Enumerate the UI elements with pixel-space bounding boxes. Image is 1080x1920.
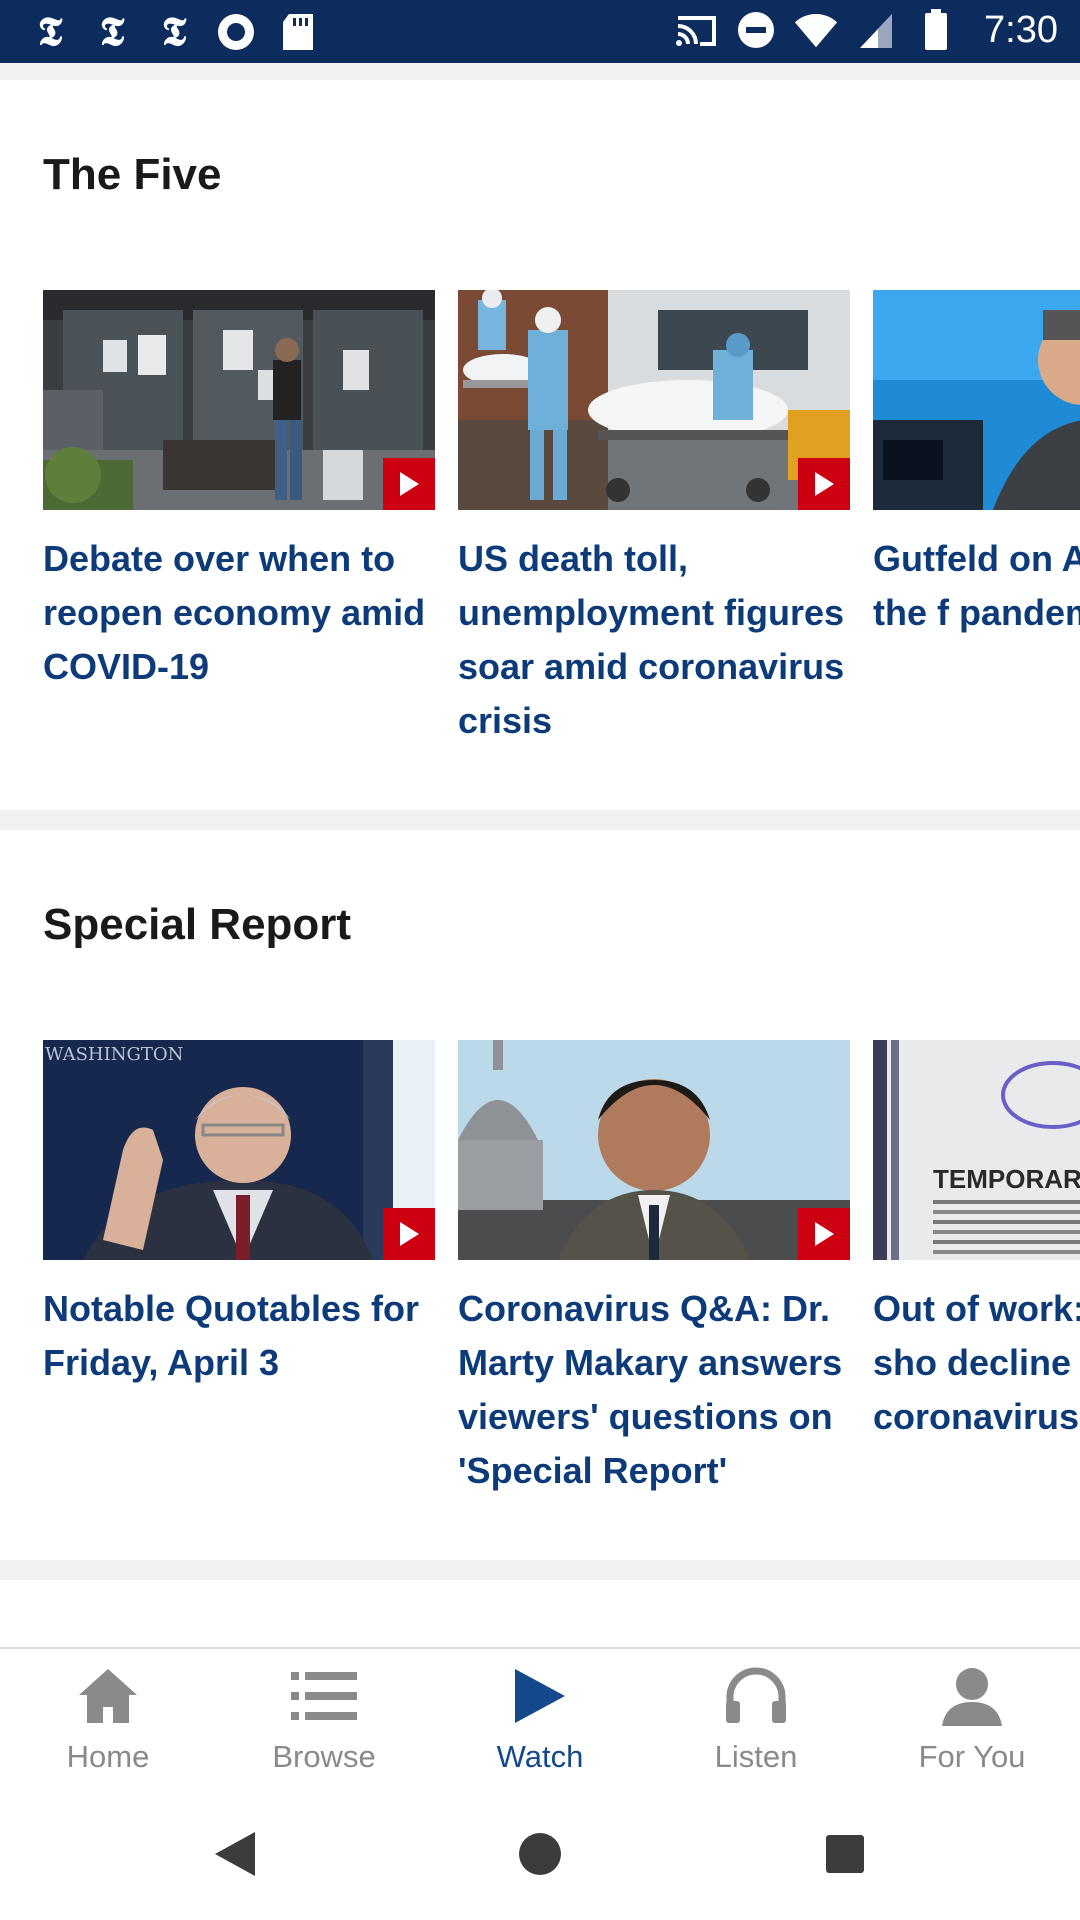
thumbnail-caption: TEMPORARI <box>933 1164 1080 1194</box>
signal-icon <box>854 8 898 52</box>
video-card[interactable]: WASHINGTON Notable Quotables for Friday,… <box>43 1040 435 1390</box>
nav-for-you[interactable]: For You <box>864 1649 1080 1789</box>
status-bar: 𝕿 𝕿 𝕿 7:30 <box>0 0 1080 63</box>
section-special-report: Special Report WASHINGTON Notable Quotab… <box>0 830 1080 1560</box>
nav-label: Listen <box>714 1739 798 1774</box>
wifi-icon <box>794 8 838 52</box>
video-thumbnail[interactable] <box>43 290 435 510</box>
nav-label: Browse <box>272 1739 376 1774</box>
nyt-logo-icon: 𝕿 <box>99 8 125 55</box>
nav-label: For You <box>918 1739 1026 1774</box>
video-thumbnail[interactable] <box>458 1040 850 1260</box>
clock: 7:30 <box>984 8 1058 51</box>
card-headline[interactable]: US death toll, unemployment figures soar… <box>458 532 850 748</box>
recents-icon[interactable] <box>810 1819 880 1889</box>
content-feed[interactable]: The Five Debate over when to reopen econ… <box>0 63 1080 1647</box>
home-circle-icon[interactable] <box>505 1819 575 1889</box>
battery-icon <box>914 8 958 52</box>
video-card[interactable]: Debate over when to reopen economy amid … <box>43 290 435 694</box>
nyt-logo-icon: 𝕿 <box>161 8 187 55</box>
video-thumbnail[interactable] <box>873 290 1080 510</box>
nav-label: Home <box>66 1739 150 1774</box>
video-thumbnail[interactable] <box>458 290 850 510</box>
video-card[interactable]: TEMPORARI Out of work: numbers sho decli… <box>873 1040 1080 1444</box>
nav-browse[interactable]: Browse <box>216 1649 432 1789</box>
card-headline[interactable]: Debate over when to reopen economy amid … <box>43 532 435 694</box>
card-headline[interactable]: Gutfeld on A unity in the f pandemic <box>873 532 1080 640</box>
play-icon <box>383 458 435 510</box>
list-icon <box>291 1663 357 1729</box>
bottom-navigation: Home Browse Watch Listen For You <box>0 1647 1080 1789</box>
back-icon[interactable] <box>200 1819 270 1889</box>
play-icon <box>798 458 850 510</box>
do-not-disturb-icon <box>734 8 778 52</box>
headphones-icon <box>724 1663 788 1729</box>
nav-listen[interactable]: Listen <box>648 1649 864 1789</box>
nav-home[interactable]: Home <box>0 1649 216 1789</box>
system-navigation-bar <box>0 1787 1080 1920</box>
cast-icon <box>674 8 718 52</box>
card-headline[interactable]: Out of work: numbers sho decline amid co… <box>873 1282 1080 1444</box>
play-icon <box>383 1208 435 1260</box>
circle-record-icon <box>214 10 258 54</box>
nav-watch[interactable]: Watch <box>432 1649 648 1789</box>
nav-label: Watch <box>496 1739 584 1774</box>
section-title: The Five <box>43 150 222 199</box>
video-thumbnail[interactable]: WASHINGTON <box>43 1040 435 1260</box>
section-title: Special Report <box>43 900 352 949</box>
notification-icons: 𝕿 𝕿 𝕿 <box>28 10 320 54</box>
section-divider <box>0 63 1080 80</box>
section-the-five: The Five Debate over when to reopen econ… <box>0 80 1080 810</box>
system-status-icons: 7:30 <box>674 8 1058 52</box>
card-headline[interactable]: Notable Quotables for Friday, April 3 <box>43 1282 435 1390</box>
section-divider <box>0 810 1080 830</box>
sd-card-icon <box>276 10 320 54</box>
video-card[interactable]: Coronavirus Q&A: Dr. Marty Makary answer… <box>458 1040 850 1498</box>
video-card[interactable]: US death toll, unemployment figures soar… <box>458 290 850 748</box>
section-divider <box>0 1560 1080 1580</box>
person-icon <box>940 1663 1004 1729</box>
nyt-logo-icon: 𝕿 <box>37 8 63 55</box>
video-thumbnail[interactable]: TEMPORARI <box>873 1040 1080 1260</box>
video-card[interactable]: Gutfeld on A unity in the f pandemic <box>873 290 1080 640</box>
card-headline[interactable]: Coronavirus Q&A: Dr. Marty Makary answer… <box>458 1282 850 1498</box>
play-icon <box>798 1208 850 1260</box>
home-icon <box>77 1663 139 1729</box>
play-icon <box>513 1663 567 1729</box>
thumbnail-caption: WASHINGTON <box>45 1044 183 1065</box>
